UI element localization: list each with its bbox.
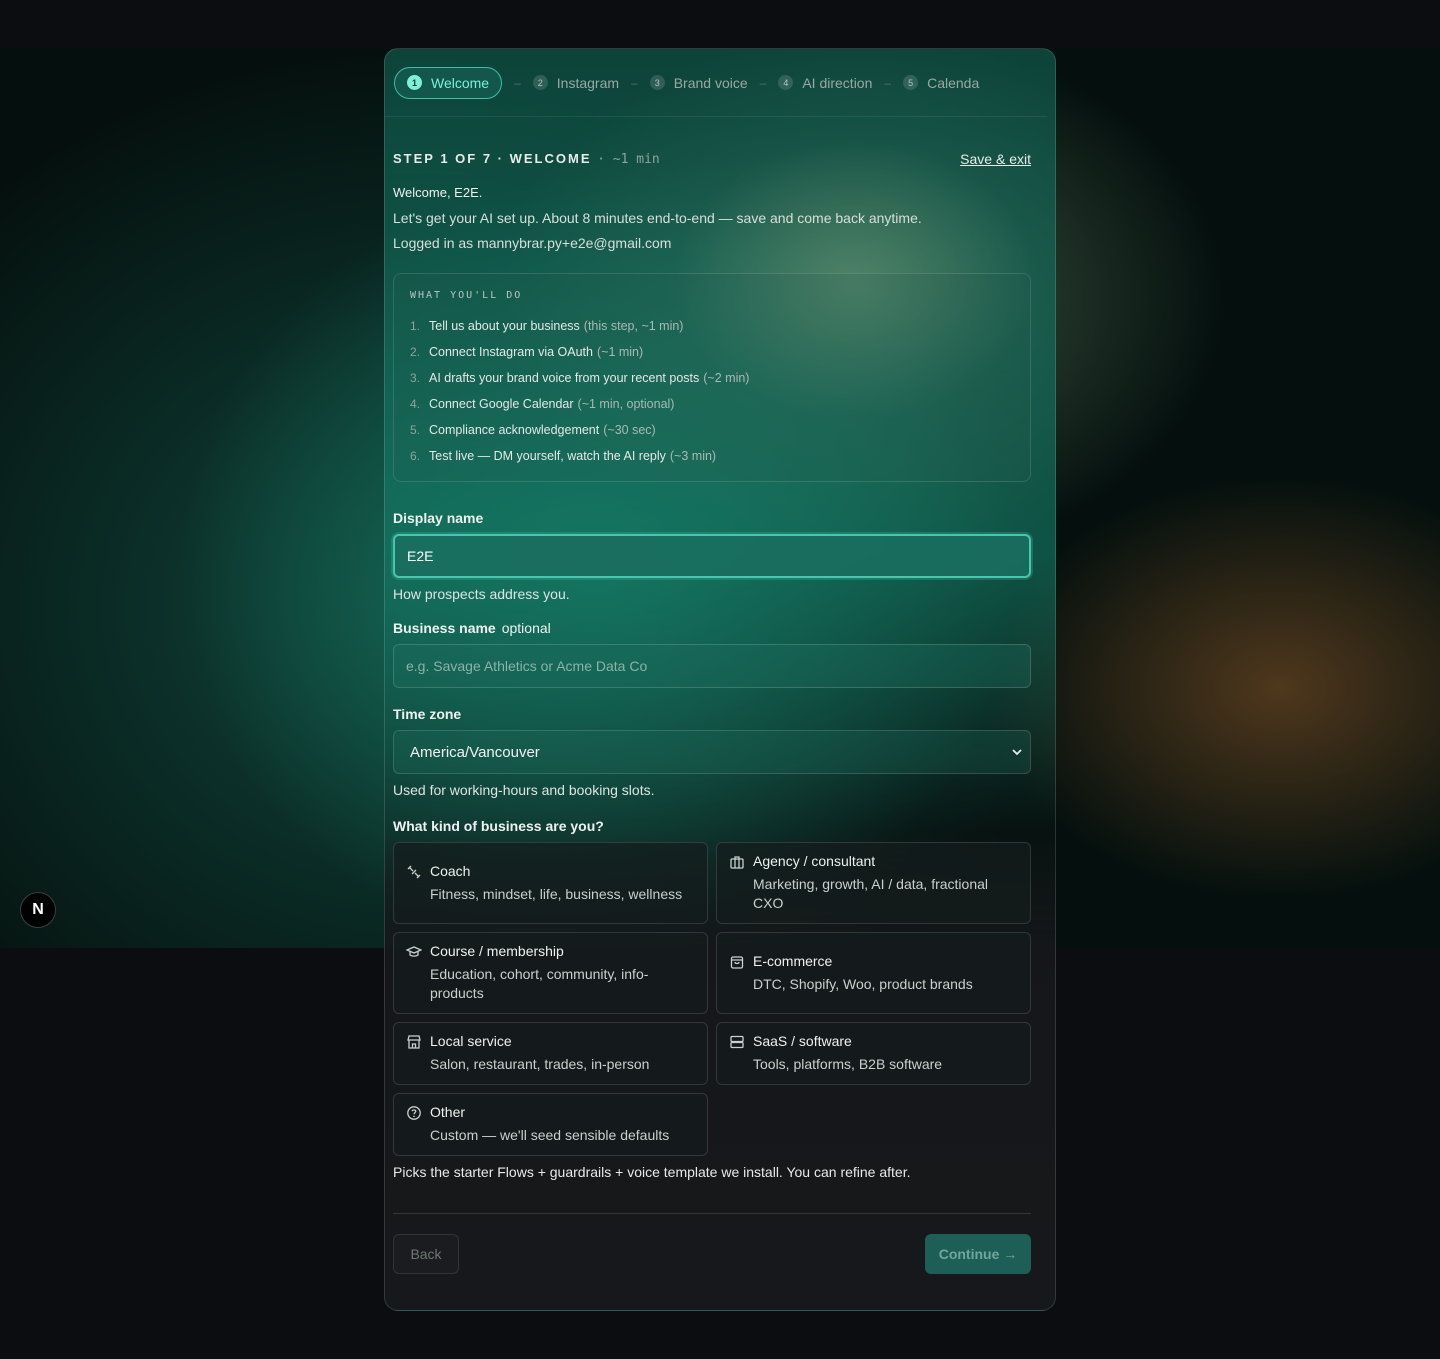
intro-text: Let's get your AI set up. About 8 minute…	[393, 210, 922, 226]
option-desc: Education, cohort, community, info-produ…	[430, 966, 649, 1001]
time-zone-help: Used for working-hours and booking slots…	[393, 782, 655, 798]
step-welcome[interactable]: 1 Welcome	[394, 66, 503, 99]
list-item: 1. Tell us about your business (this step,…	[410, 319, 684, 333]
business-type-help: Picks the starter Flows + guardrails + v…	[393, 1164, 911, 1180]
step-number: 4	[778, 75, 794, 90]
option-other[interactable]: Other Custom — we'll seed sensible defaul…	[393, 1093, 708, 1156]
divider	[393, 1213, 1031, 1214]
step-separator: –	[884, 75, 892, 90]
option-desc: Custom — we'll seed sensible defaults	[430, 1127, 670, 1143]
step-label: Welcome	[431, 74, 490, 91]
step-brand-voice[interactable]: 3 Brand voice	[649, 74, 748, 91]
step-label: Brand voice	[673, 74, 748, 91]
coach-icon	[407, 865, 421, 879]
list-item: 2. Connect Instagram via OAuth (~1 min)	[410, 345, 644, 359]
step-label: Instagram	[556, 74, 620, 91]
option-title: SaaS / software	[753, 1033, 852, 1049]
welcome-heading: Welcome, E2E.	[393, 185, 483, 200]
option-desc: DTC, Shopify, Woo, product brands	[753, 976, 973, 992]
business-name-input[interactable]: e.g. Savage Athletics or Acme Data Co	[393, 644, 1031, 688]
option-title: Coach	[430, 863, 471, 879]
shopping-bag-icon	[730, 956, 744, 969]
stepper: 1 Welcome – 2 Instagram – 3 Brand voice …	[385, 49, 1047, 117]
step-calendar[interactable]: 5 Calenda	[903, 75, 979, 91]
option-title: Local service	[430, 1033, 512, 1049]
back-button[interactable]: Back	[393, 1234, 459, 1274]
display-name-input[interactable]: E2E	[393, 534, 1031, 578]
display-name-label: Display name	[393, 510, 484, 526]
option-title: Other	[430, 1104, 466, 1120]
step-title: STEP 1 OF 7 · WELCOME · ~1 min	[393, 151, 660, 167]
option-coach[interactable]: Coach Fitness, mindset, life, business, w…	[393, 842, 708, 924]
graduation-cap-icon	[406, 946, 422, 957]
step-number: 5	[903, 75, 919, 90]
business-name-label: Business name optional	[393, 620, 551, 636]
time-zone-select[interactable]: America/Vancouver	[393, 730, 1031, 774]
option-desc: Marketing, growth, AI / data, fractional…	[753, 876, 989, 911]
step-number: 3	[649, 75, 665, 90]
save-exit-link[interactable]: Save & exit	[960, 151, 1031, 167]
list-item: 3. AI drafts your brand voice from your r…	[410, 371, 750, 385]
help-circle-icon	[407, 1106, 421, 1120]
optional-tag: optional	[501, 620, 551, 636]
step-header: STEP 1 OF 7 · WELCOME · ~1 min Save & ex…	[393, 151, 1031, 167]
step-instagram[interactable]: 2 Instagram	[532, 74, 620, 91]
briefcase-icon	[730, 856, 744, 869]
option-title: Course / membership	[430, 943, 564, 959]
list-item: 4. Connect Google Calendar (~1 min, option…	[410, 397, 675, 411]
step-separator: –	[514, 75, 521, 90]
form-footer: Back Continue →	[393, 1234, 1031, 1274]
step-ai-direction[interactable]: 4 AI direction	[778, 75, 872, 91]
step-title-text: STEP 1 OF 7 · WELCOME	[393, 151, 592, 166]
panel-title: WHAT YOU'LL DO	[410, 290, 523, 301]
option-desc: Tools, platforms, B2B software	[753, 1056, 943, 1072]
display-name-value: E2E	[407, 548, 434, 564]
server-icon	[730, 1035, 744, 1049]
chevron-down-icon	[1012, 749, 1022, 756]
option-local-service[interactable]: Local service Salon, restaurant, trades, …	[393, 1022, 708, 1085]
continue-button[interactable]: Continue →	[925, 1234, 1031, 1274]
option-agency[interactable]: Agency / consultant Marketing, growth, AI…	[716, 842, 1031, 924]
step-number: 1	[407, 75, 422, 90]
business-type-label: What kind of business are you?	[393, 818, 604, 834]
store-icon	[407, 1035, 421, 1049]
display-name-help: How prospects address you.	[393, 586, 570, 602]
step-label: Calenda	[927, 74, 980, 91]
option-course[interactable]: Course / membership Education, cohort, co…	[393, 932, 708, 1014]
option-ecommerce[interactable]: E-commerce DTC, Shopify, Woo, product bra…	[716, 932, 1031, 1014]
time-zone-value: America/Vancouver	[410, 743, 540, 761]
step-label: AI direction	[802, 74, 873, 91]
option-desc: Salon, restaurant, trades, in-person	[430, 1056, 650, 1072]
option-saas[interactable]: SaaS / software Tools, platforms, B2B sof…	[716, 1022, 1031, 1085]
next-dev-badge[interactable]: N	[20, 892, 56, 928]
step-duration: · ~1 min	[597, 152, 660, 167]
steps-list: 1. Tell us about your business (this step,…	[410, 313, 1014, 469]
onboarding-card: 1 Welcome – 2 Instagram – 3 Brand voice …	[384, 48, 1056, 1311]
option-title: Agency / consultant	[753, 853, 876, 869]
time-zone-label: Time zone	[393, 706, 462, 722]
step-separator: –	[631, 75, 638, 90]
step-number: 2	[532, 75, 548, 90]
list-item: 5. Compliance acknowledgement (~30 sec)	[410, 423, 656, 437]
list-item: 6. Test live — DM yourself, watch the AI …	[410, 449, 717, 463]
option-title: E-commerce	[753, 953, 833, 969]
business-type-grid: Coach Fitness, mindset, life, business, w…	[393, 842, 1031, 1156]
option-desc: Fitness, mindset, life, business, wellne…	[430, 886, 683, 902]
what-youll-do-panel: WHAT YOU'LL DO 1. Tell us about your busi…	[393, 273, 1031, 482]
business-name-placeholder: e.g. Savage Athletics or Acme Data Co	[406, 658, 648, 674]
logged-in-text: Logged in as mannybrar.py+e2e@gmail.com	[393, 235, 672, 251]
step-separator: –	[759, 75, 767, 90]
